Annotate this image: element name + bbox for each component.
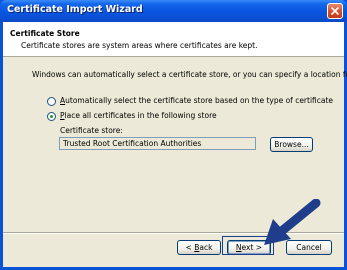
title-bar[interactable]: Certificate Import Wizard: [0, 0, 347, 22]
close-button[interactable]: [327, 3, 343, 19]
close-icon: [331, 7, 339, 15]
place-in-store-radio-label[interactable]: Place all certificates in the following …: [60, 111, 217, 120]
certificate-store-field[interactable]: Trusted Root Certification Authorities: [59, 137, 256, 150]
wizard-header: Certificate Store Certificate stores are…: [3, 22, 344, 57]
pointer-arrow-icon: [264, 199, 321, 245]
wizard-window: Certificate Import Wizard Certificate St…: [0, 0, 347, 270]
back-button[interactable]: < Back: [177, 240, 221, 255]
browse-button[interactable]: Browse...: [270, 137, 313, 152]
certificate-store-label: Certificate store:: [60, 126, 123, 135]
page-description: Certificate stores are system areas wher…: [21, 41, 258, 50]
place-in-store-radio[interactable]: [47, 112, 56, 121]
automatic-radio[interactable]: [47, 97, 56, 106]
intro-text: Windows can automatically select a certi…: [32, 70, 347, 79]
page-title: Certificate Store: [10, 29, 80, 38]
automatic-radio-label[interactable]: Automatically select the certificate sto…: [60, 96, 333, 105]
window-title: Certificate Import Wizard: [7, 4, 143, 15]
